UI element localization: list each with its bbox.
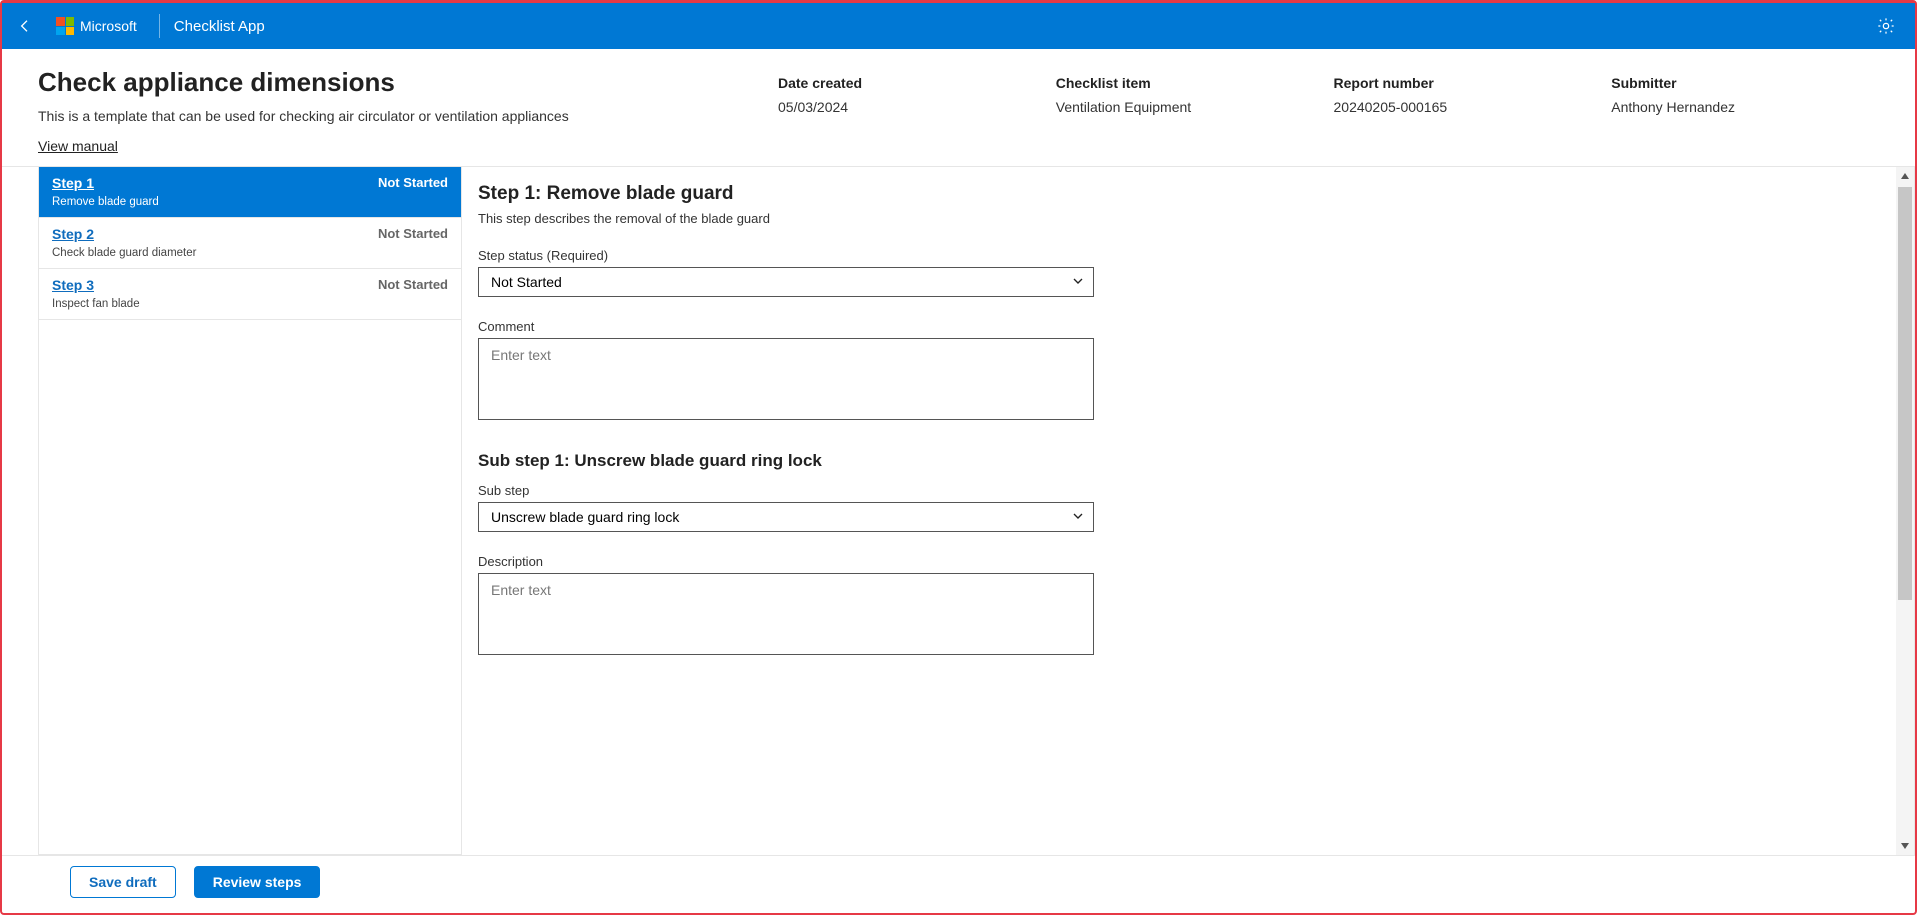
step-item-label: Step 1	[52, 175, 94, 191]
meta-report-number-label: Report number	[1334, 75, 1602, 91]
step-item-1[interactable]: Step 1 Remove blade guard Not Started	[39, 167, 461, 218]
substep-label: Sub step	[478, 483, 1796, 498]
save-draft-button[interactable]: Save draft	[70, 866, 176, 898]
view-manual-link[interactable]: View manual	[38, 138, 118, 154]
microsoft-logo-icon	[56, 17, 74, 35]
meta-checklist-item-value: Ventilation Equipment	[1056, 99, 1324, 115]
brand-text: Microsoft	[80, 18, 137, 34]
detail-title: Step 1: Remove blade guard	[478, 183, 1796, 205]
step-item-3[interactable]: Step 3 Inspect fan blade Not Started	[39, 269, 461, 320]
comment-input[interactable]	[478, 338, 1094, 420]
step-item-status: Not Started	[378, 277, 448, 292]
app-name: Checklist App	[174, 18, 265, 35]
step-item-subtitle: Inspect fan blade	[52, 298, 448, 310]
step-item-subtitle: Check blade guard diameter	[52, 247, 448, 259]
substep-title: Sub step 1: Unscrew blade guard ring loc…	[478, 451, 1796, 471]
meta-grid: Date created 05/03/2024 Checklist item V…	[778, 75, 1879, 115]
step-status-select[interactable]: Not Started	[478, 267, 1094, 297]
brand-block: Microsoft	[48, 17, 145, 35]
scroll-up-icon[interactable]	[1896, 167, 1914, 185]
back-button[interactable]	[2, 3, 48, 49]
steps-list: Step 1 Remove blade guard Not Started St…	[38, 167, 462, 855]
page-description: This is a template that can be used for …	[38, 108, 778, 124]
step-status-select-wrap: Not Started	[478, 267, 1094, 297]
meta-date-created-label: Date created	[778, 75, 1046, 91]
scrollbar[interactable]	[1896, 167, 1914, 855]
page-title: Check appliance dimensions	[38, 67, 778, 98]
step-status-label: Step status (Required)	[478, 248, 1796, 263]
step-item-status: Not Started	[378, 226, 448, 241]
substep-select-wrap: Unscrew blade guard ring lock	[478, 502, 1094, 532]
step-item-label: Step 2	[52, 226, 94, 242]
step-item-label: Step 3	[52, 277, 94, 293]
gear-icon	[1876, 16, 1896, 36]
detail-pane: Step 1: Remove blade guard This step des…	[462, 167, 1915, 855]
detail-scroll[interactable]: Step 1: Remove blade guard This step des…	[462, 167, 1896, 855]
scroll-down-icon[interactable]	[1896, 837, 1914, 855]
substep-select[interactable]: Unscrew blade guard ring lock	[478, 502, 1094, 532]
scrollbar-thumb[interactable]	[1898, 187, 1912, 600]
meta-report-number-value: 20240205-000165	[1334, 99, 1602, 115]
step-item-status: Not Started	[378, 175, 448, 190]
step-item-2[interactable]: Step 2 Check blade guard diameter Not St…	[39, 218, 461, 269]
step-item-subtitle: Remove blade guard	[52, 196, 448, 208]
comment-label: Comment	[478, 319, 1796, 334]
meta-submitter-label: Submitter	[1611, 75, 1879, 91]
review-steps-button[interactable]: Review steps	[194, 866, 321, 898]
page-header: Check appliance dimensions This is a tem…	[2, 49, 1915, 167]
description-label: Description	[478, 554, 1796, 569]
main-content: Step 1 Remove blade guard Not Started St…	[2, 167, 1915, 855]
meta-checklist-item-label: Checklist item	[1056, 75, 1324, 91]
header-divider	[159, 14, 160, 38]
settings-button[interactable]	[1863, 3, 1909, 49]
description-input[interactable]	[478, 573, 1094, 655]
meta-submitter-value: Anthony Hernandez	[1611, 99, 1879, 115]
app-header: Microsoft Checklist App	[2, 3, 1915, 49]
chevron-left-icon	[17, 18, 33, 34]
footer: Save draft Review steps	[2, 855, 1915, 913]
meta-date-created-value: 05/03/2024	[778, 99, 1046, 115]
detail-description: This step describes the removal of the b…	[478, 211, 1796, 226]
